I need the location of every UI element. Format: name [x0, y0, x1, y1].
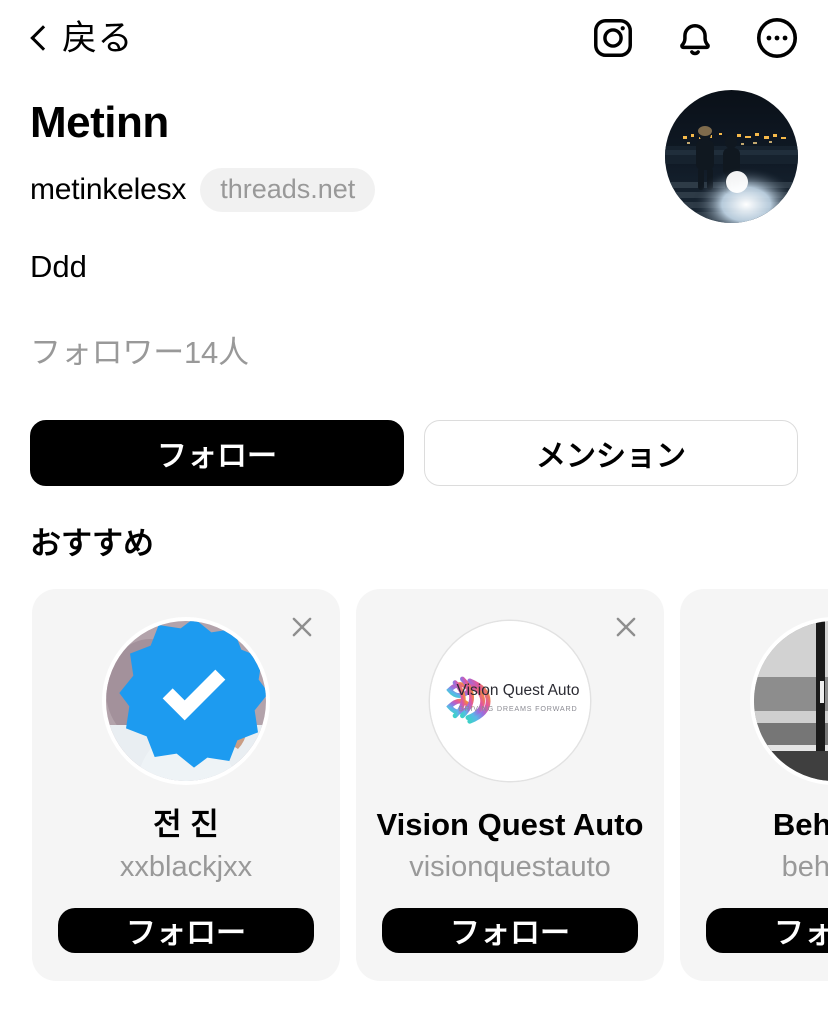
profile-handle: metinkelesx: [30, 173, 186, 207]
suggestion-handle: behnam: [782, 851, 828, 884]
more-circle-icon[interactable]: [754, 15, 800, 61]
back-button[interactable]: 戻る: [30, 21, 133, 56]
profile-avatar[interactable]: [665, 90, 798, 223]
suggestion-avatar[interactable]: [106, 621, 266, 781]
profile-domain-chip[interactable]: threads.net: [200, 168, 375, 212]
top-navigation-bar: 戻る: [0, 0, 828, 76]
suggestion-avatar[interactable]: [754, 621, 828, 781]
profile-header: Metinn metinkelesx threads.net Ddd: [0, 76, 828, 486]
close-icon[interactable]: [282, 607, 322, 647]
logo-brand-text: Vision Quest Auto: [457, 682, 580, 699]
avatar-image: [754, 621, 828, 781]
follow-button[interactable]: フォロー: [30, 420, 404, 486]
verified-badge-icon: [114, 621, 266, 773]
suggestion-follow-button[interactable]: フォロー: [706, 908, 828, 953]
suggestion-name: 전 진: [153, 807, 219, 843]
suggestions-carousel[interactable]: 전 진 xxblackjxx フォロー: [0, 589, 828, 981]
suggestion-handle: xxblackjxx: [120, 851, 252, 884]
suggestion-handle: visionquestauto: [409, 851, 611, 884]
bell-icon[interactable]: [672, 15, 718, 61]
suggestion-name: Vision Quest Auto: [377, 807, 644, 843]
follower-count: フォロワー14人: [30, 327, 798, 372]
threads-profile-screen: 戻る: [0, 0, 828, 1023]
avatar-image: [665, 90, 798, 223]
chevron-left-icon: [30, 23, 48, 53]
suggestion-name: Behnam: [773, 807, 828, 843]
instagram-icon[interactable]: [590, 15, 636, 61]
logo-tagline-text: DRIVING DREAMS FORWARD: [458, 704, 577, 713]
suggestion-card[interactable]: Behnam behnam フォロー: [680, 589, 828, 981]
close-icon[interactable]: [606, 607, 646, 647]
profile-text-block: Metinn metinkelesx threads.net Ddd: [30, 76, 375, 285]
back-button-label: 戻る: [62, 21, 133, 56]
profile-action-buttons: フォロー メンション: [30, 420, 798, 486]
top-bar-actions: [590, 15, 800, 61]
profile-display-name: Metinn: [30, 100, 375, 146]
suggestion-card[interactable]: 전 진 xxblackjxx フォロー: [32, 589, 340, 981]
suggestion-card[interactable]: Vision Quest Auto DRIVING DREAMS FORWARD…: [356, 589, 664, 981]
suggestion-follow-button[interactable]: フォロー: [58, 908, 314, 953]
suggestions-title: おすすめ: [30, 518, 154, 563]
suggestion-avatar[interactable]: Vision Quest Auto DRIVING DREAMS FORWARD: [430, 621, 590, 781]
suggestion-follow-button[interactable]: フォロー: [382, 908, 638, 953]
profile-handle-row: metinkelesx threads.net: [30, 168, 375, 212]
profile-bio: Ddd: [30, 248, 375, 285]
avatar-image: Vision Quest Auto DRIVING DREAMS FORWARD: [430, 621, 590, 781]
mention-button[interactable]: メンション: [424, 420, 798, 486]
profile-identity-row: Metinn metinkelesx threads.net Ddd: [30, 76, 798, 285]
